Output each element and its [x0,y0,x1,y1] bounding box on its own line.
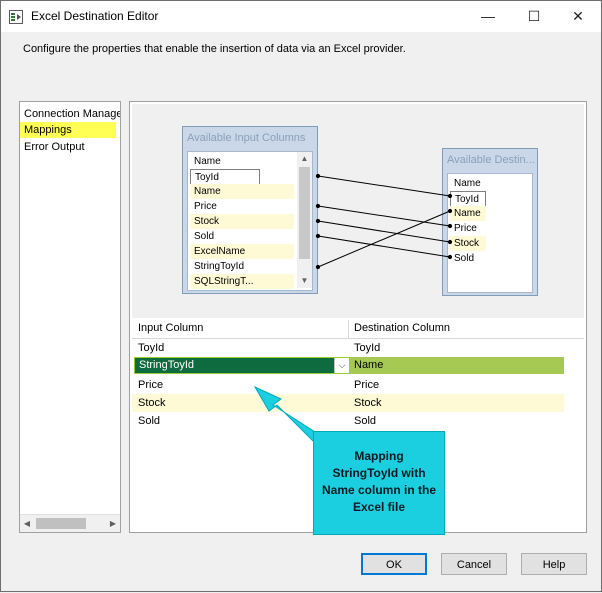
row-destination-cell[interactable]: Price [354,376,379,394]
nav-item-error-output[interactable]: Error Output [20,139,85,155]
callout-line: Excel file [352,500,406,514]
callout-line: Mapping [354,449,404,463]
row-input-cell[interactable]: ToyId [138,339,164,357]
dropdown-value: StringToyId [139,359,195,371]
nav-horizontal-scrollbar[interactable]: ◀ ▶ [20,514,120,532]
table-row-selected[interactable]: StringToyId ⌵ Name [132,357,564,375]
row-destination-cell[interactable]: Sold [354,412,376,430]
row-destination-cell[interactable]: ToyId [354,339,380,357]
callout-line: Name column in the [321,483,437,497]
window-title: Excel Destination Editor [31,9,159,23]
input-column-header[interactable]: Input Column [138,322,203,334]
mapping-line-price [317,205,451,227]
description-text: Configure the properties that enable the… [23,43,406,55]
input-column-dropdown[interactable]: StringToyId ⌵ [134,357,350,374]
table-row[interactable]: Price Price [132,376,564,394]
scroll-right-arrow-icon[interactable]: ▶ [106,515,120,532]
help-button[interactable]: Help [521,553,587,575]
scroll-thumb[interactable] [36,518,86,529]
title-bar: Excel Destination Editor — ☐ ✕ [1,1,601,32]
mapping-lines [315,173,453,270]
row-input-cell[interactable]: Price [138,376,163,394]
cancel-button[interactable]: Cancel [441,553,507,575]
close-button[interactable]: ✕ [555,1,601,32]
table-row[interactable]: Sold Sold [132,412,564,430]
mapping-line-toyid [317,175,451,197]
scroll-left-arrow-icon[interactable]: ◀ [20,515,34,532]
table-row[interactable]: Stock Stock [132,394,564,412]
row-input-cell[interactable]: Sold [138,412,160,430]
row-destination-cell[interactable]: Stock [354,394,382,412]
excel-destination-editor-window: Excel Destination Editor — ☐ ✕ Configure… [0,0,602,592]
destination-column-header[interactable]: Destination Column [354,322,450,334]
nav-panel: Connection Manager Mappings Error Output… [19,101,121,533]
table-row[interactable]: ToyId ToyId [132,339,564,357]
annotation-callout: Mapping StringToyId with Name column in … [313,431,445,535]
maximize-button[interactable]: ☐ [511,1,557,32]
row-destination-cell[interactable]: Name [350,357,564,374]
nav-item-connection-manager[interactable]: Connection Manager [20,106,120,122]
row-input-cell[interactable]: Stock [138,394,166,412]
nav-item-mappings[interactable]: Mappings [20,122,116,138]
header-divider [348,320,349,338]
mapping-diagram: Available Input Columns Name ToyId Name … [132,104,584,318]
ok-button[interactable]: OK [361,553,427,575]
excel-destination-icon [9,10,23,24]
chevron-down-icon[interactable]: ⌵ [334,358,349,373]
minimize-button[interactable]: — [465,1,511,32]
mapping-grid-header: Input Column Destination Column [132,320,584,339]
callout-line: StringToyId with [332,466,426,480]
